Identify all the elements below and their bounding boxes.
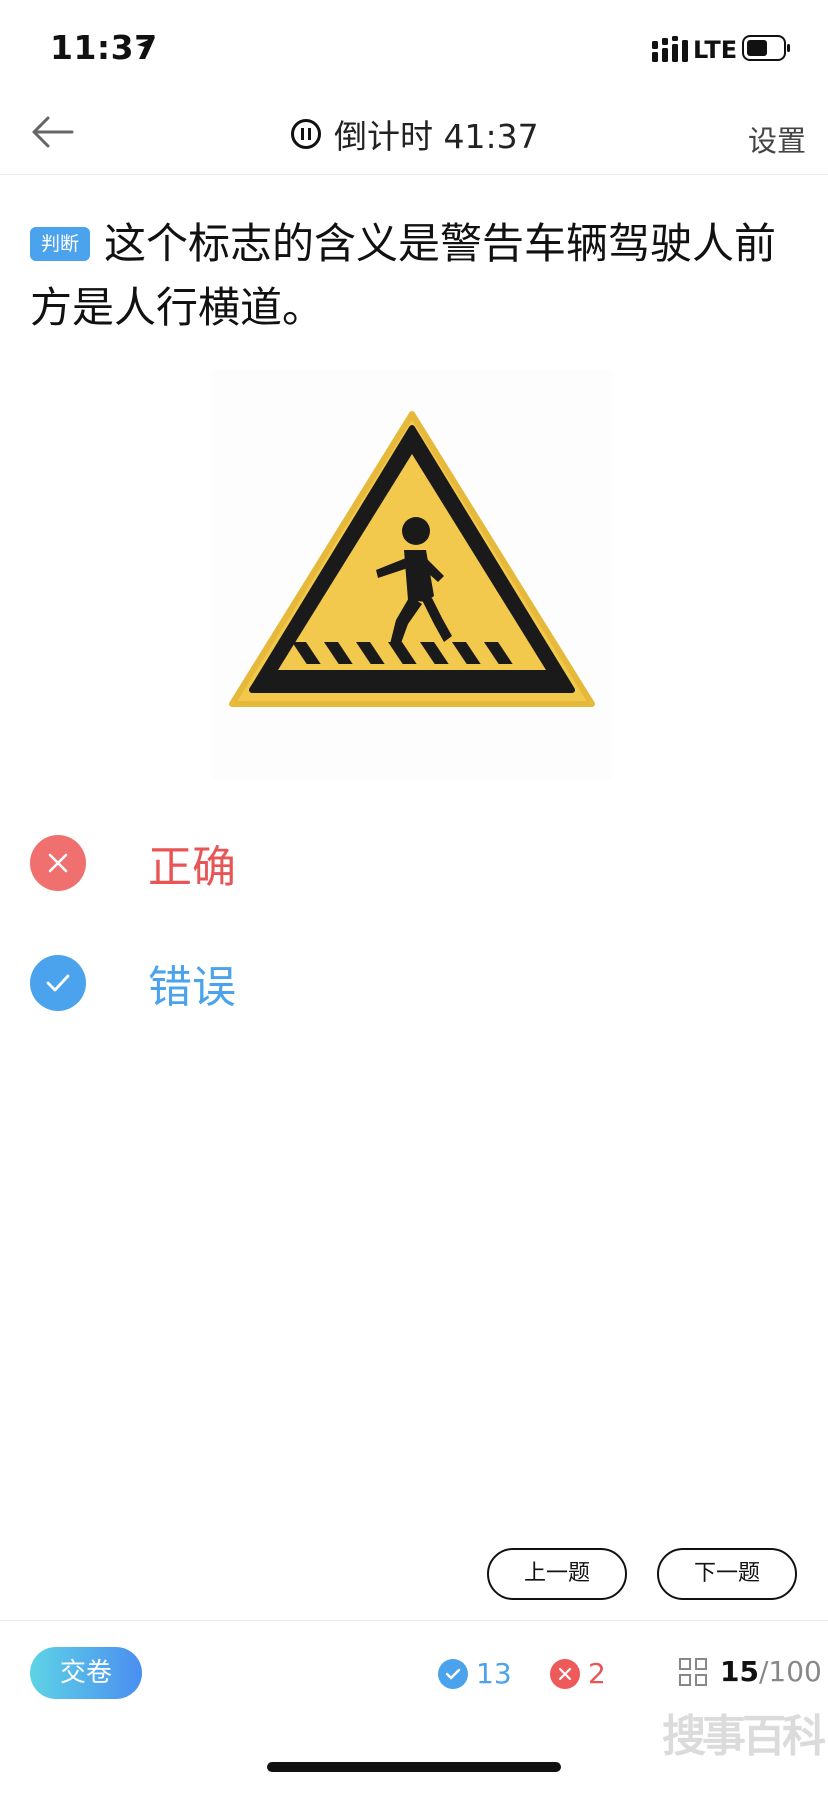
question-text: 这个标志的含义是警告车辆驾驶人前方是人行横道。 <box>30 219 777 332</box>
signal-icon <box>652 36 688 62</box>
back-arrow-icon[interactable] <box>28 110 78 154</box>
option-label: 正确 <box>148 842 236 893</box>
location-arrow-icon <box>137 37 155 55</box>
grid-icon <box>679 1657 707 1686</box>
option-wrong-statement[interactable]: 错误 <box>30 953 236 1013</box>
battery-icon <box>742 35 790 61</box>
submit-exam-button[interactable]: 交卷 <box>30 1647 142 1699</box>
wrong-answer-marker <box>30 835 86 891</box>
progress-total: 100 <box>768 1655 822 1688</box>
question-progress[interactable]: 15/100 <box>678 1655 822 1688</box>
nav-bar: 倒计时 41:37 设置 <box>0 96 828 175</box>
status-bar: 11:37 LTE <box>0 0 828 96</box>
x-circle-icon <box>550 1658 580 1689</box>
pedestrian-crossing-sign-icon <box>229 411 595 707</box>
settings-button[interactable]: 设置 <box>748 118 806 160</box>
wrong-count: 2 <box>550 1657 606 1690</box>
question: 判断 这个标志的含义是警告车辆驾驶人前方是人行横道。 <box>30 212 800 340</box>
network-type: LTE <box>693 36 738 64</box>
wrong-count-value: 2 <box>588 1657 606 1690</box>
previous-question-button[interactable]: 上一题 <box>487 1548 627 1600</box>
progress-separator: / <box>758 1655 769 1688</box>
question-image <box>212 370 612 780</box>
option-label: 错误 <box>148 962 236 1013</box>
option-correct-statement[interactable]: 正确 <box>30 833 236 893</box>
close-icon <box>48 853 68 873</box>
correct-count: 13 <box>438 1657 512 1690</box>
countdown-timer[interactable]: 倒计时 41:37 <box>290 112 539 156</box>
correct-answer-marker <box>30 955 86 1011</box>
next-question-button[interactable]: 下一题 <box>657 1548 797 1600</box>
home-indicator <box>267 1762 561 1772</box>
check-icon <box>46 974 70 992</box>
countdown-text: 倒计时 41:37 <box>334 117 539 156</box>
watermark: 搜事百科 <box>662 1711 826 1762</box>
pause-icon <box>291 119 321 149</box>
progress-current: 15 <box>720 1655 759 1688</box>
question-type-badge: 判断 <box>30 227 91 261</box>
check-circle-icon <box>438 1658 468 1689</box>
correct-count-value: 13 <box>476 1657 512 1690</box>
